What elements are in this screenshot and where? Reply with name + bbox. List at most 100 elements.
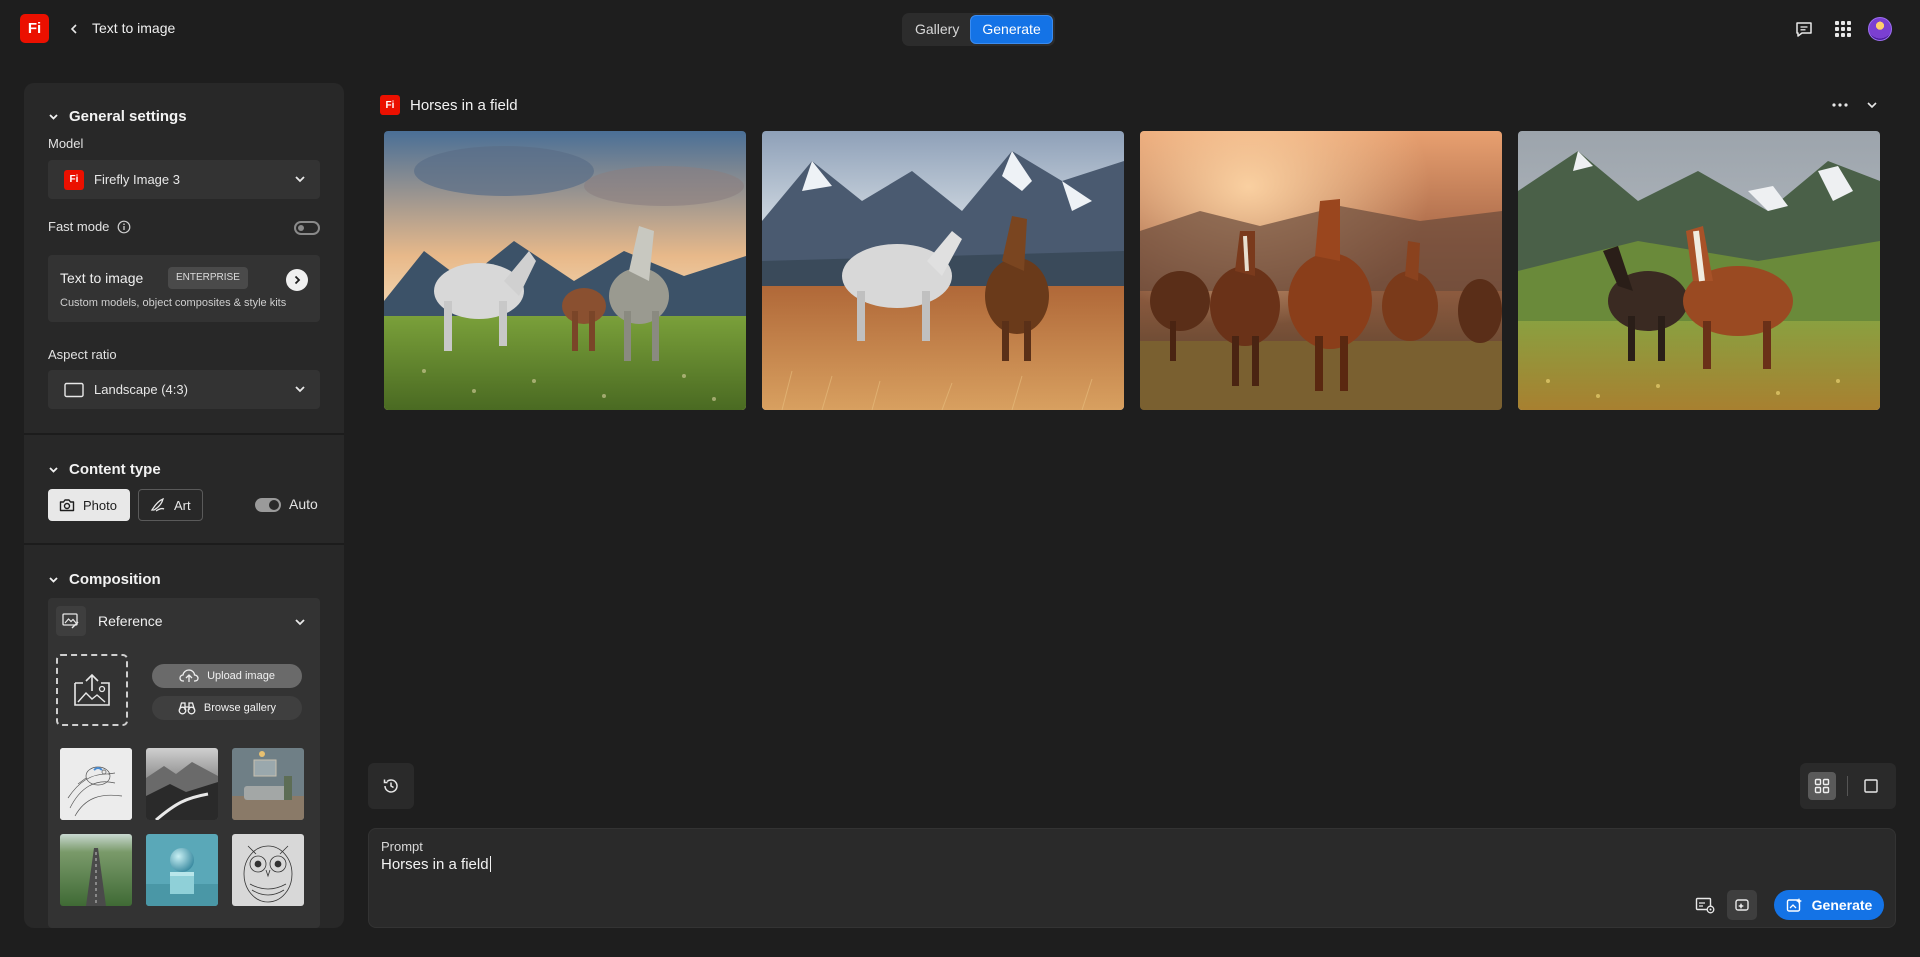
model-label: Model — [48, 136, 84, 151]
horses-mountains-sunset-image — [384, 131, 746, 410]
fast-mode-label: Fast mode — [48, 219, 110, 234]
reference-header[interactable]: Reference — [56, 606, 163, 636]
reference-thumbnail-living-room[interactable] — [232, 748, 304, 820]
sphere-on-cube-image — [146, 834, 218, 906]
camera-icon — [59, 499, 75, 512]
upload-image-label: Upload image — [207, 670, 275, 682]
sparkle-image-icon — [1735, 899, 1749, 911]
tab-generate[interactable]: Generate — [970, 15, 1053, 44]
view-mode-toggle — [1800, 763, 1896, 809]
prompt-input-text: Horses in a field — [381, 856, 489, 873]
browse-gallery-button[interactable]: Browse gallery — [152, 696, 302, 720]
feedback-button[interactable] — [1792, 17, 1816, 41]
avatar[interactable] — [1868, 17, 1892, 41]
generate-button[interactable]: Generate — [1774, 890, 1884, 920]
section-divider — [24, 433, 344, 435]
model-select[interactable]: Fi Firefly Image 3 — [48, 160, 320, 199]
chevron-right-icon — [294, 275, 301, 285]
composition-header[interactable]: Composition — [48, 571, 161, 588]
general-settings-header[interactable]: General settings — [48, 108, 187, 125]
collapse-group-button[interactable] — [1860, 93, 1884, 117]
content-type-header[interactable]: Content type — [48, 461, 161, 478]
generate-sparkle-icon — [1786, 898, 1802, 912]
aspect-ratio-label: Aspect ratio — [48, 347, 117, 362]
reference-thumbnail-sketch-owl[interactable] — [232, 834, 304, 906]
reference-thumbnail-sphere-on-cube[interactable] — [146, 834, 218, 906]
monochrome-landscape-image — [146, 748, 218, 820]
apps-button[interactable] — [1831, 17, 1855, 41]
binoculars-icon — [178, 702, 196, 715]
generated-image-2[interactable] — [762, 131, 1124, 410]
image-settings-icon — [1695, 897, 1715, 914]
firefly-small-logo: Fi — [380, 95, 400, 115]
enterprise-card-title: Text to image — [60, 270, 144, 286]
prompt-box: Prompt Horses in a field Generate — [368, 828, 1896, 928]
upload-image-icon — [74, 673, 110, 706]
chevron-down-icon — [49, 467, 58, 473]
history-button[interactable] — [368, 763, 414, 809]
grid-view-button[interactable] — [1808, 772, 1836, 800]
firefly-model-icon: Fi — [64, 169, 84, 190]
fast-mode-row: Fast mode — [48, 219, 131, 234]
chevron-down-icon — [295, 619, 305, 626]
style-settings-button[interactable] — [1690, 890, 1720, 920]
enterprise-arrow-button[interactable] — [286, 269, 308, 291]
reference-icon-box — [56, 606, 86, 636]
section-title-general: General settings — [69, 108, 187, 125]
section-title-composition: Composition — [69, 571, 161, 588]
more-options-button[interactable] — [1828, 93, 1852, 117]
aspect-ratio-value: Landscape (4:3) — [94, 382, 188, 397]
road-aerial-image — [60, 834, 132, 906]
section-divider — [24, 543, 344, 545]
landscape-ratio-icon — [64, 382, 84, 397]
cloud-upload-icon — [179, 669, 199, 682]
reference-thumbnail-sketch-bird[interactable] — [60, 748, 132, 820]
model-value: Firefly Image 3 — [94, 172, 180, 187]
prompt-label: Prompt — [381, 839, 423, 854]
generated-image-1[interactable] — [384, 131, 746, 410]
chevron-down-icon — [1867, 102, 1877, 109]
tab-gallery[interactable]: Gallery — [904, 15, 970, 44]
history-icon — [383, 779, 398, 793]
reference-drop-zone[interactable] — [56, 654, 128, 726]
more-horizontal-icon — [1832, 103, 1848, 107]
horses-green-valley-image — [1518, 131, 1880, 410]
reference-card: Reference Upload image Browse gallery — [48, 598, 320, 928]
aspect-ratio-select[interactable]: Landscape (4:3) — [48, 370, 320, 409]
generated-image-4[interactable] — [1518, 131, 1880, 410]
reference-image-icon — [62, 613, 79, 629]
section-title-content-type: Content type — [69, 461, 161, 478]
content-type-photo-button[interactable]: Photo — [48, 489, 130, 521]
settings-panel: General settings Model Fi Firefly Image … — [24, 83, 344, 928]
auto-toggle[interactable] — [255, 498, 281, 512]
firefly-logo[interactable]: Fi — [20, 14, 49, 43]
enterprise-card-description: Custom models, object composites & style… — [60, 297, 287, 309]
prompt-input[interactable]: Horses in a field — [381, 856, 491, 873]
generate-label: Generate — [1811, 897, 1873, 913]
reference-thumbnail-monochrome-landscape[interactable] — [146, 748, 218, 820]
single-view-button[interactable] — [1857, 772, 1885, 800]
reference-thumbnail-road-aerial[interactable] — [60, 834, 132, 906]
back-button[interactable] — [64, 19, 84, 39]
auto-label: Auto — [289, 496, 318, 512]
grid-view-icon — [1814, 778, 1830, 794]
upload-image-button[interactable]: Upload image — [152, 664, 302, 688]
sketch-owl-image — [232, 834, 304, 906]
content-type-art-button[interactable]: Art — [138, 489, 203, 521]
photo-label: Photo — [83, 497, 117, 513]
content-credentials-button[interactable] — [1727, 890, 1757, 920]
chevron-left-icon — [70, 24, 77, 34]
view-toggle-divider — [1847, 776, 1848, 796]
page-title: Text to image — [92, 20, 176, 36]
enterprise-card[interactable]: Text to image ENTERPRISE Custom models, … — [48, 255, 320, 322]
generated-image-3[interactable] — [1140, 131, 1502, 410]
browse-gallery-label: Browse gallery — [203, 702, 277, 714]
top-bar: Fi Text to image Gallery Generate — [0, 0, 1920, 58]
chevron-down-icon — [49, 577, 58, 583]
fast-mode-toggle[interactable] — [294, 221, 320, 235]
info-icon — [118, 220, 131, 233]
reference-label: Reference — [98, 613, 163, 629]
enterprise-badge: ENTERPRISE — [168, 267, 248, 289]
chevron-down-icon — [295, 176, 305, 183]
chevron-down-icon — [295, 386, 305, 393]
